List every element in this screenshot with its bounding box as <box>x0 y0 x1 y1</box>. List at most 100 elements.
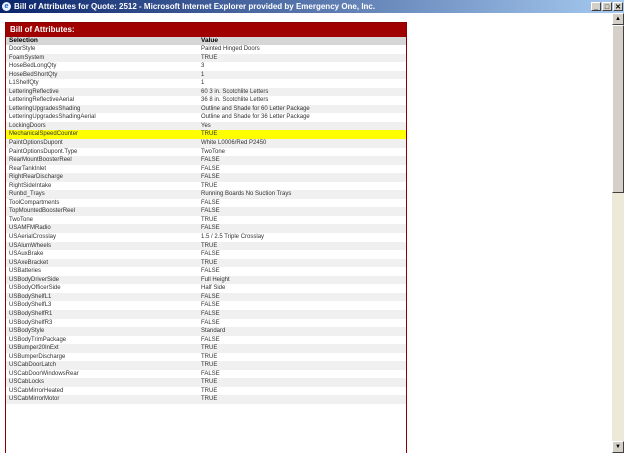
selection-cell: USAerialCrosslay <box>9 234 57 241</box>
value-cell: White L0006/Red P2450 <box>201 140 267 147</box>
selection-cell: USBumper20InExt <box>9 345 59 352</box>
selection-cell: L1ShelfQty <box>9 80 39 87</box>
value-cell: FALSE <box>201 336 220 343</box>
table-row: USCabDoorLatch TRUE <box>6 361 406 370</box>
selection-cell: USBumperDischarge <box>9 353 66 360</box>
ie-icon: e <box>2 2 11 11</box>
selection-cell: LockingDoors <box>9 122 46 129</box>
value-cell: FALSE <box>201 165 220 172</box>
value-cell: FALSE <box>201 370 220 377</box>
value-cell: FALSE <box>201 251 220 258</box>
selection-cell: USAxeBracket <box>9 259 49 266</box>
table-row: USCabDoorWindowsRear FALSE <box>6 370 406 379</box>
selection-cell: Runbd_Trays <box>9 191 45 198</box>
value-cell: Painted Hinged Doors <box>201 46 260 52</box>
selection-cell: RightRearDischarge <box>9 174 64 181</box>
title-bar: e Bill of Attributes for Quote: 2512 - M… <box>0 0 624 13</box>
value-cell: TRUE <box>201 362 218 369</box>
scroll-thumb[interactable] <box>612 25 624 193</box>
value-cell: FALSE <box>201 157 220 164</box>
selection-cell: USBatteries <box>9 268 42 275</box>
vertical-scrollbar[interactable]: ▲ ▼ <box>612 13 624 453</box>
table-row: DoorStyle Painted Hinged Doors <box>6 45 406 54</box>
column-header-selection: Selection <box>9 37 38 44</box>
value-cell: TRUE <box>201 216 218 223</box>
panel-header: Bill of Attributes: <box>6 23 406 37</box>
table-row: USBodyTrimPackage FALSE <box>6 336 406 345</box>
table-row: USBumperDischarge TRUE <box>6 353 406 362</box>
value-cell: FALSE <box>201 302 220 309</box>
table-row: TwoTone TRUE <box>6 216 406 225</box>
table-row: PaintOptionsDupont White L0006/Red P2450 <box>6 139 406 148</box>
table-row: MechanicalSpeedCounter TRUE <box>6 130 406 140</box>
selection-cell: HoseBedLongQty <box>9 63 57 70</box>
table-row: RightRearDischarge FALSE <box>6 173 406 182</box>
selection-cell: PaintOptionsDupont <box>9 140 63 147</box>
value-cell: TRUE <box>201 353 218 360</box>
column-headers: Selection Value <box>6 37 406 45</box>
value-cell: TwoTone <box>201 148 226 155</box>
value-cell: 1 <box>201 80 205 87</box>
value-cell: TRUE <box>201 259 218 266</box>
selection-cell: USBodyShelfL1 <box>9 293 52 300</box>
value-cell: FALSE <box>201 225 220 232</box>
table-row: Runbd_Trays Running Boards No Suction Tra… <box>6 190 406 199</box>
value-cell: Outline and Shade for 60 Letter Package <box>201 105 310 112</box>
value-cell: FALSE <box>201 293 220 300</box>
selection-cell: USBodyStyle <box>9 328 45 335</box>
maximize-button[interactable]: □ <box>602 2 612 11</box>
value-cell: Yes <box>201 122 211 129</box>
selection-cell: LetteringReflectiveAerial <box>9 97 75 104</box>
value-cell: FALSE <box>201 268 220 275</box>
value-cell: 36 8 in. Scotchlite Letters <box>201 97 269 104</box>
selection-cell: TwoTone <box>9 216 34 223</box>
selection-cell: TopMountedBoosterReel <box>9 208 76 215</box>
selection-cell: USAMFMRadio <box>9 225 51 232</box>
selection-cell: PaintOptionsDupont.Type <box>9 148 78 155</box>
selection-cell: LetteringUpgradesShadingAerial <box>9 114 96 121</box>
selection-cell: HoseBedShortQty <box>9 71 58 78</box>
value-cell: TRUE <box>201 182 218 189</box>
table-row: USAxeBracket TRUE <box>6 258 406 268</box>
table-row: ToolCompartments FALSE <box>6 199 406 208</box>
table-row: LetteringUpgradesShading Outline and Shad… <box>6 104 406 114</box>
table-row: LetteringReflectiveAerial 36 8 in. Scotch… <box>6 96 406 105</box>
table-row: LockingDoors Yes <box>6 121 406 131</box>
scroll-up-button[interactable]: ▲ <box>612 13 624 25</box>
table-row: FoamSystem TRUE <box>6 53 406 63</box>
value-cell: Half Side <box>201 285 226 292</box>
value-cell: TRUE <box>201 131 218 138</box>
selection-cell: USAuxBrake <box>9 251 44 258</box>
value-cell: 1.5 / 2.5 Triple Crosslay <box>201 234 265 241</box>
table-row: TopMountedBoosterReel FALSE <box>6 207 406 216</box>
selection-cell: USBodyDriverSide <box>9 276 60 283</box>
value-cell: TRUE <box>201 345 218 352</box>
table-row: LetteringReflective 60 3 in. Scotchlite L… <box>6 87 406 97</box>
scroll-down-button[interactable]: ▼ <box>612 441 624 453</box>
value-cell: TRUE <box>201 54 218 61</box>
table-row: PaintOptionsDupont.Type TwoTone <box>6 148 406 157</box>
table-row: USBumper20InExt TRUE <box>6 344 406 353</box>
selection-cell: RearTankInlet <box>9 165 47 172</box>
selection-cell: USBodyTrimPackage <box>9 336 67 343</box>
value-cell: TRUE <box>201 396 218 403</box>
table-row: L1ShelfQty 1 <box>6 79 406 88</box>
selection-cell: RearMountBoosterReel <box>9 157 72 164</box>
close-button[interactable]: ✕ <box>613 2 623 11</box>
table-row: USCabMirrorMotor TRUE <box>6 395 406 404</box>
table-row: USBatteries FALSE <box>6 267 406 276</box>
value-cell: FALSE <box>201 208 220 215</box>
minimize-button[interactable]: _ <box>591 2 601 11</box>
selection-cell: USCabMirrorMotor <box>9 396 60 403</box>
table-row: USAMFMRadio FALSE <box>6 224 406 234</box>
selection-cell: ToolCompartments <box>9 199 60 206</box>
selection-cell: DoorStyle <box>9 46 36 52</box>
table-row: RearMountBoosterReel FALSE <box>6 156 406 165</box>
value-cell: FALSE <box>201 174 220 181</box>
table-row: USBodyOfficerSide Half Side <box>6 284 406 293</box>
selection-cell: USBodyShelfR3 <box>9 319 53 326</box>
value-cell: TRUE <box>201 379 218 386</box>
bill-of-attributes-panel: Bill of Attributes: Selection Value Door… <box>5 22 407 453</box>
value-cell: TRUE <box>201 242 218 249</box>
table-row: USBodyShelfL3 FALSE <box>6 301 406 310</box>
